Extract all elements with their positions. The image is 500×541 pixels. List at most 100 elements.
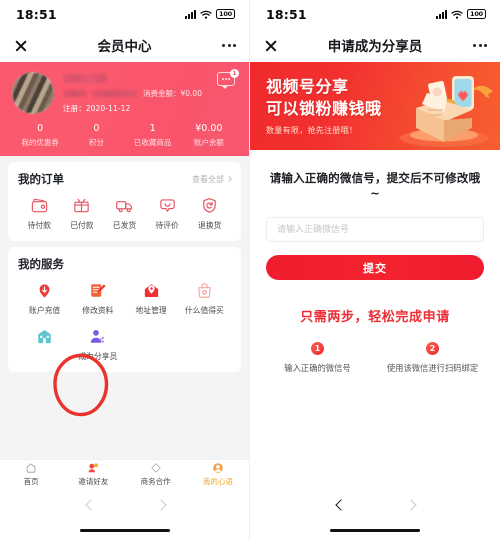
banner-line-1: 视频号分享 (266, 77, 349, 97)
service-store-house[interactable] (18, 327, 71, 362)
stat-balance[interactable]: ¥0.00 账户余额 (181, 123, 237, 148)
right-phone-body: 视频号分享 可以锁粉赚钱哦 数量有限，抢先注册哦！ ¥ (250, 62, 500, 489)
order-shipped[interactable]: 已发货 (103, 196, 146, 231)
order-returns[interactable]: 退换货 (188, 196, 231, 231)
sidebar-item-my-profile[interactable]: 我的心语 (187, 460, 249, 489)
service-edit-profile[interactable]: 修改资料 (71, 281, 124, 316)
close-icon[interactable] (263, 37, 279, 53)
left-phone-screen: 18:51 100 会员中心 1 消费金额：¥0.00 注册：2020-11-1… (0, 0, 250, 541)
submit-button[interactable]: 提交 (266, 255, 484, 280)
signal-bars-icon (436, 9, 447, 19)
bottom-tab-bar: 首页 邀请好友 商务合作 我的心语 (0, 459, 249, 489)
user-meta-blurred (92, 90, 138, 97)
service-account-recharge[interactable]: 账户充值 (18, 281, 71, 316)
return-shield-icon (200, 196, 219, 215)
home-indicator[interactable] (79, 528, 170, 532)
steps-section: 只需两步，轻松完成申请 1 输入正确的微信号 2 使用该微信进行扫码绑定 (250, 306, 500, 374)
services-row-1: 账户充值 修改资料 地址管理 什么值得买 (18, 281, 231, 316)
business-cooperation-icon (150, 462, 162, 474)
wifi-icon (451, 10, 463, 19)
chevron-left-icon[interactable] (85, 499, 95, 509)
chevron-right-icon[interactable] (405, 499, 415, 509)
steps-title: 只需两步，轻松完成申请 (300, 310, 450, 325)
stat-points[interactable]: 0 积分 (68, 123, 124, 148)
view-all-orders-link[interactable]: 查看全部 (192, 174, 232, 185)
dual-phone-screenshot: 18:51 100 会员中心 1 消费金额：¥0.00 注册：2020-11-1… (0, 0, 500, 541)
step-1-number: 1 (311, 342, 324, 355)
services-row-2: 成为分享员 (18, 327, 231, 362)
order-paid[interactable]: 已付款 (61, 196, 104, 231)
view-all-label: 查看全部 (192, 174, 224, 184)
status-icons: 100 (436, 9, 486, 19)
banner-subtitle: 数量有限，抢先注册哦！ (266, 125, 358, 135)
invite-friends-icon (87, 462, 99, 474)
profile-icon (212, 462, 224, 474)
steps-row: 1 输入正确的微信号 2 使用该微信进行扫码绑定 (260, 342, 490, 374)
service-become-sharer[interactable]: 成为分享员 (71, 327, 124, 362)
spend-amount-label: 消费金额：¥0.00 (143, 89, 202, 98)
page-nav-left (0, 489, 249, 509)
shopping-bag-icon (195, 281, 214, 300)
order-pending-review[interactable]: 待评价 (146, 196, 189, 231)
sidebar-item-invite-friends[interactable]: 邀请好友 (62, 460, 124, 489)
register-date: 注册：2020-11-12 (63, 104, 131, 113)
close-icon[interactable] (13, 37, 29, 53)
my-orders-title: 我的订单 (18, 172, 64, 186)
wifi-icon (200, 10, 212, 19)
step-1: 1 输入正确的微信号 (260, 342, 375, 374)
message-badge-count: 1 (230, 69, 239, 78)
stat-coupons[interactable]: 0 我的优惠券 (12, 123, 68, 148)
my-services-card: 我的服务 账户充值 修改资料 地址管理 什么值得买 成为分享员 (8, 247, 241, 372)
application-form: 请输入正确的微信号，提交后不可修改哦~ 提交 (250, 150, 500, 280)
profile-stats-row: 0 我的优惠券 0 积分 1 已收藏商品 ¥0.00 账户余额 (12, 123, 237, 148)
status-time: 18:51 (266, 6, 307, 22)
more-dots-icon[interactable] (222, 43, 236, 47)
home-indicator[interactable] (330, 528, 420, 532)
promo-banner[interactable]: 视频号分享 可以锁粉赚钱哦 数量有限，抢先注册哦！ ¥ (250, 62, 500, 150)
stat-favorites[interactable]: 1 已收藏商品 (125, 123, 181, 148)
truck-icon (115, 196, 134, 215)
step-2: 2 使用该微信进行扫码绑定 (375, 342, 490, 374)
home-icon (25, 462, 37, 474)
user-id-blurred (63, 90, 87, 97)
wallet-icon (30, 196, 49, 215)
form-heading: 请输入正确的微信号，提交后不可修改哦~ (269, 171, 481, 200)
sidebar-item-business-cooperation[interactable]: 商务合作 (125, 460, 187, 489)
chevron-right-icon (226, 176, 232, 182)
battery-icon: 100 (467, 9, 486, 19)
step-1-text: 输入正确的微信号 (284, 363, 351, 373)
chevron-left-icon[interactable] (335, 499, 345, 509)
left-phone-body: 1 消费金额：¥0.00 注册：2020-11-12 0 我的优惠券 0 积分 … (0, 62, 249, 489)
page-nav-right (250, 489, 500, 509)
status-bar-left: 18:51 100 (0, 0, 249, 28)
order-pending-payment[interactable]: 待付款 (18, 196, 61, 231)
recharge-icon (35, 281, 54, 300)
store-house-icon (35, 327, 54, 346)
wechat-id-input[interactable] (266, 217, 484, 242)
box-icon (72, 196, 91, 215)
service-what-worth-buying[interactable]: 什么值得买 (178, 281, 231, 316)
message-bubble-icon[interactable]: 1 (217, 69, 239, 89)
comment-icon (158, 196, 177, 215)
right-phone-screen: 18:51 100 申请成为分享员 视频号分享 可以锁粉赚钱哦 数量有限，抢先注… (250, 0, 500, 541)
service-address-management[interactable]: 地址管理 (125, 281, 178, 316)
chevron-right-icon[interactable] (155, 499, 165, 509)
location-pin-icon (142, 281, 161, 300)
my-services-title: 我的服务 (18, 257, 64, 271)
banner-text: 视频号分享 可以锁粉赚钱哦 数量有限，抢先注册哦！ (250, 76, 382, 135)
profile-card: 1 消费金额：¥0.00 注册：2020-11-12 0 我的优惠券 0 积分 … (0, 62, 249, 156)
battery-icon: 100 (216, 9, 235, 19)
more-dots-icon[interactable] (473, 43, 487, 47)
page-title: 申请成为分享员 (327, 39, 423, 55)
avatar[interactable] (12, 72, 54, 114)
gift-box-phone-illustration: ¥ (400, 76, 493, 147)
step-2-number: 2 (426, 342, 439, 355)
status-icons: 100 (185, 9, 235, 19)
page-title: 会员中心 (97, 39, 152, 55)
signal-bars-icon (185, 9, 196, 19)
status-bar-right: 18:51 100 (250, 0, 500, 28)
step-2-text: 使用该微信进行扫码绑定 (386, 363, 479, 373)
my-orders-card: 我的订单 查看全部 待付款 已付款 已发货 待评价 退换货 (8, 162, 241, 241)
sidebar-item-home[interactable]: 首页 (0, 460, 62, 489)
order-status-grid: 待付款 已付款 已发货 待评价 退换货 (18, 196, 231, 231)
